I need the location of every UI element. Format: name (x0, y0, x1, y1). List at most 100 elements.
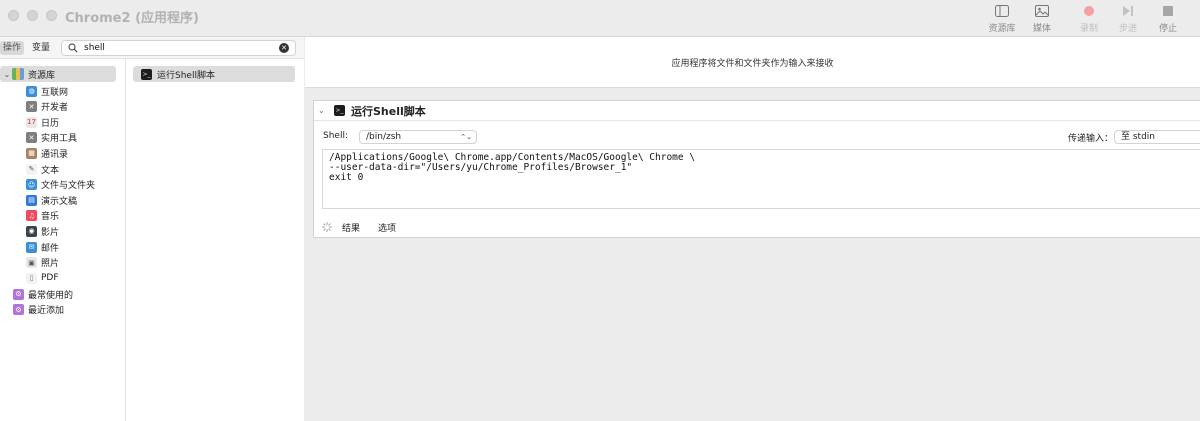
movie-icon: ◉ (26, 225, 37, 237)
pdf-icon: ▯ (26, 272, 37, 284)
smart-folder-icon: ⚙ (13, 304, 24, 316)
library-item-label: PDF (41, 273, 59, 284)
stop-toolbar-button[interactable]: 停止 (1146, 4, 1190, 34)
window-title: Chrome2 (应用程序) (65, 11, 199, 26)
tools-icon: ✕ (26, 101, 37, 113)
library-item[interactable]: ☺ 文件与文件夹 (26, 178, 95, 192)
updown-icon: ⌃⌄ (460, 133, 472, 141)
library-item[interactable]: ▣ 照片 (26, 256, 59, 270)
music-icon: ♫ (26, 210, 37, 222)
library-toolbar-button[interactable]: 资源库 (980, 4, 1024, 34)
utilities-icon: ✕ (26, 132, 37, 144)
library-icon (12, 68, 24, 80)
action-item-run-shell-script[interactable]: >_ 运行Shell脚本 (133, 66, 295, 82)
action-header: ⌄ >_ 运行Shell脚本 (314, 101, 1200, 121)
photos-icon: ▣ (26, 257, 37, 269)
globe-icon: ◍ (26, 85, 37, 97)
shell-select-value: /bin/zsh (366, 132, 402, 142)
library-item-label: 实用工具 (41, 134, 78, 145)
library-item[interactable]: ✕ 实用工具 (26, 131, 77, 145)
library-item[interactable]: ✎ 文本 (26, 162, 59, 176)
library-item[interactable]: ▤ 演示文稿 (26, 193, 77, 207)
close-window-button[interactable] (8, 10, 19, 21)
text-icon: ✎ (26, 163, 37, 175)
library-item-label: 开发者 (41, 103, 69, 114)
step-toolbar-button[interactable]: 步进 (1106, 4, 1150, 34)
library-toolbar-label: 资源库 (988, 24, 1016, 34)
title-bar: Chrome2 (应用程序) 资源库 媒体 录制 步进 停止 (0, 0, 1200, 37)
action-item-label: 运行Shell脚本 (157, 70, 215, 81)
library-item-label: 音乐 (41, 212, 60, 223)
chevron-down-icon[interactable]: ⌄ (318, 106, 328, 115)
record-toolbar-label: 录制 (1079, 24, 1098, 34)
library-item-label: 邮件 (41, 243, 60, 254)
library-item-label: 文件与文件夹 (41, 181, 96, 192)
options-tab[interactable]: 选项 (378, 221, 396, 234)
library-item[interactable]: ▦ 通讯录 (26, 146, 68, 160)
library-item-label: 互联网 (41, 87, 69, 98)
library-header[interactable]: ⌄ 资源库 (0, 66, 116, 82)
mail-icon: ✉ (26, 241, 37, 253)
action-title: 运行Shell脚本 (351, 104, 426, 118)
clear-search-icon[interactable]: ✕ (279, 43, 289, 53)
sidebar-icon (995, 5, 1009, 17)
pass-input-label: 传递输入： (1068, 134, 1114, 144)
actions-list: >_ 运行Shell脚本 (126, 59, 304, 421)
library-item-label: 最常使用的 (28, 290, 74, 301)
spinner-icon (322, 222, 332, 232)
library-item[interactable]: ◍ 互联网 (26, 84, 68, 98)
record-toolbar-button[interactable]: 录制 (1067, 4, 1111, 34)
shell-select[interactable]: /bin/zsh ⌃⌄ (359, 130, 477, 144)
keynote-icon: ▤ (26, 194, 37, 206)
library-item-label: 最近添加 (28, 306, 65, 317)
run-shell-script-action: ⌄ >_ 运行Shell脚本 Shell: /bin/zsh ⌃⌄ 传递输入： … (313, 100, 1200, 238)
actions-tab[interactable]: 操作 (0, 41, 25, 55)
stop-toolbar-label: 停止 (1158, 24, 1177, 34)
minimize-window-button[interactable] (27, 10, 38, 21)
terminal-icon: >_ (141, 68, 152, 80)
search-input[interactable]: shell (84, 43, 279, 53)
library-list: ⌄ 资源库 ◍ 互联网 ✕ 开发者 17 日历 ✕ 实用工具 ▦ 通讯录 ✎ 文本 ☺ 文件与文件夹 ▤ 演示… (0, 59, 126, 421)
shell-label: Shell: (323, 131, 348, 141)
window-controls (8, 10, 57, 21)
stop-icon (1163, 6, 1173, 16)
media-toolbar-button[interactable]: 媒体 (1020, 4, 1064, 34)
zoom-window-button[interactable] (46, 10, 57, 21)
workflow-area: 应用程序将文件和文件夹作为输入来接收 ⌄ >_ 运行Shell脚本 Shell:… (305, 37, 1200, 421)
library-item[interactable]: ⚙ 最常使用的 (13, 287, 73, 301)
script-editor[interactable]: /Applications/Google\ Chrome.app/Content… (322, 149, 1200, 209)
step-toolbar-label: 步进 (1118, 24, 1137, 34)
pass-input-select[interactable]: 至 stdin (1114, 130, 1200, 144)
library-panel: 操作 变量 shell ✕ ⌄ 资源库 ◍ 互联网 ✕ 开发者 17 日历 ✕ 实用工具 ▦ 通讯… (0, 37, 304, 421)
library-item[interactable]: ◉ 影片 (26, 224, 59, 238)
variables-tab[interactable]: 变量 (29, 41, 53, 55)
library-item[interactable]: ▯ PDF (26, 271, 59, 285)
filter-bar: 操作 变量 shell ✕ (0, 37, 304, 59)
library-item-label: 文本 (41, 165, 60, 176)
library-item-label: 照片 (41, 259, 60, 270)
library-item[interactable]: ♫ 音乐 (26, 209, 59, 223)
library-item-label: 日历 (41, 118, 60, 129)
finder-icon: ☺ (26, 179, 37, 191)
pass-input-value: 至 stdin (1121, 132, 1155, 142)
media-icon (1035, 5, 1049, 17)
smart-folder-icon: ⚙ (13, 288, 24, 300)
results-tab[interactable]: 结果 (342, 221, 360, 234)
library-header-label: 资源库 (28, 70, 56, 81)
contacts-icon: ▦ (26, 147, 37, 159)
workflow-input-description: 应用程序将文件和文件夹作为输入来接收 (305, 37, 1200, 88)
library-item[interactable]: 17 日历 (26, 115, 59, 129)
library-item[interactable]: ✉ 邮件 (26, 240, 59, 254)
library-item[interactable]: ⚙ 最近添加 (13, 303, 64, 317)
action-search-field[interactable]: shell ✕ (61, 40, 296, 56)
step-icon (1123, 6, 1133, 16)
media-toolbar-label: 媒体 (1032, 24, 1051, 34)
library-item[interactable]: ✕ 开发者 (26, 100, 68, 114)
terminal-icon: >_ (334, 105, 345, 116)
calendar-icon: 17 (26, 116, 37, 128)
chevron-down-icon[interactable]: ⌄ (2, 70, 12, 79)
search-icon (68, 43, 78, 53)
library-item-label: 通讯录 (41, 149, 69, 160)
library-item-label: 演示文稿 (41, 196, 78, 207)
action-footer: 结果 选项 (314, 216, 1200, 238)
